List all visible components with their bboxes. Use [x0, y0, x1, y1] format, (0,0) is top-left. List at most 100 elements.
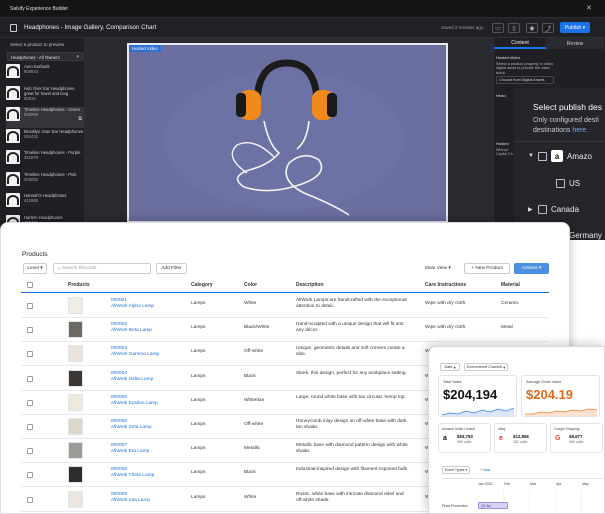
destination-item[interactable]: ▶ Canada [528, 203, 579, 215]
channel-card[interactable]: Google Shopping G $8,677 265 units [550, 423, 603, 453]
product-name[interactable]: AllWork Iota Lamp [111, 498, 150, 504]
share-icon[interactable]: ⤴ [542, 23, 554, 33]
collection-select[interactable]: Headphones - All Owners ▾ [7, 52, 83, 61]
tab-review-label: Review [566, 40, 584, 47]
product-name: Harlem Headphones [24, 214, 63, 220]
row-checkbox[interactable] [27, 448, 33, 455]
product-name[interactable]: AllWork Beta Lamp [111, 328, 152, 334]
channel-card[interactable]: Amazon Seller Central a $53,753 993 units [438, 423, 491, 453]
choose-asset-select[interactable]: Choose from Digital Assets [496, 76, 554, 84]
product-name[interactable]: AllWork Epsilon Lamp [111, 401, 158, 407]
col-category[interactable]: Category [191, 282, 213, 288]
destination-checkbox[interactable] [538, 151, 547, 161]
col-color[interactable]: Color [244, 282, 257, 288]
product-category: Lamps [191, 349, 206, 355]
channel-card[interactable]: eBay e $12,856 182 units [494, 423, 547, 453]
row-checkbox[interactable] [27, 399, 33, 406]
product-material: Metal [501, 325, 513, 331]
product-text: Timeline Headphones - Pink 403002 [24, 172, 76, 182]
channel-filter[interactable]: Ecommerce Channel ▾ [464, 363, 508, 371]
product-name[interactable]: AllWork Delta Lamp [111, 377, 153, 383]
product-color: White [244, 301, 257, 306]
date-filter[interactable]: Date ▾ [440, 363, 460, 371]
col-description[interactable]: Description [296, 282, 324, 288]
product-material: Ceramic [501, 301, 519, 306]
event-types-filter[interactable]: Event Types ▾ [442, 466, 470, 474]
close-icon[interactable]: ✕ [586, 4, 592, 12]
actions-button[interactable]: Actions ▾ [514, 263, 549, 274]
new-product-button[interactable]: + New Product [464, 263, 510, 274]
product-name[interactable]: AllWork Theta Lamp [111, 473, 154, 479]
product-thumbnail [6, 64, 20, 78]
desktop-view-icon[interactable]: ▭ [492, 23, 504, 33]
tab-review[interactable]: Review [546, 38, 604, 49]
product-thumbnail [68, 321, 83, 339]
col-care-instructions[interactable]: Care Instructions [425, 282, 466, 288]
row-checkbox[interactable] [27, 327, 33, 334]
publish-panel-title: Select publish des [533, 102, 602, 112]
product-color: Black [244, 470, 256, 476]
products-title: Products [22, 251, 48, 258]
product-category: Lamps [191, 422, 206, 427]
mobile-view-icon[interactable]: ▯ [508, 23, 520, 33]
destination-item[interactable]: ▼ a Amazo [528, 150, 592, 162]
product-name[interactable]: AllWork Eta Lamp [111, 449, 149, 455]
table-row[interactable]: 000002 AllWork Beta Lamp Lamps Black/White H… [1, 318, 569, 343]
product-list-item[interactable]: Timeline Headphones - Green 908999 ⧉ [6, 107, 84, 128]
product-thumbnail [68, 442, 83, 460]
app-name: Salsify Experience Builder [10, 6, 69, 12]
row-checkbox[interactable] [27, 424, 33, 430]
row-checkbox[interactable] [27, 351, 33, 358]
destination-item[interactable]: US [556, 177, 580, 189]
product-list-item[interactable]: Timeline Headphones - Purple 321879 [6, 150, 84, 171]
product-name[interactable]: AllWork Zeta Lamp [111, 425, 152, 431]
event-types-label: Event Types [444, 468, 465, 472]
preview-eye-icon[interactable]: ◉ [526, 23, 538, 33]
destination-checkbox[interactable] [556, 178, 565, 188]
publish-button[interactable]: Publish ▾ [560, 22, 590, 33]
product-list-item[interactable]: Brooklyn Over Ear Headphones 204432 [6, 128, 84, 150]
tab-content[interactable]: Content [494, 38, 546, 49]
row-checkbox[interactable] [27, 496, 33, 503]
here-link[interactable]: here. [572, 127, 588, 134]
timeline-month: Apr [556, 482, 562, 486]
level-filter-label: Level [27, 266, 39, 271]
product-description: Rustic, white base with intricate diamon… [296, 491, 404, 503]
product-list-item[interactable]: Hannah's Headphones 412888 [6, 193, 84, 214]
level-filter[interactable]: Level ▾ [23, 263, 47, 274]
external-link-icon[interactable]: ⧉ [78, 116, 82, 122]
row-checkbox[interactable] [27, 375, 33, 382]
product-list-item[interactable]: Hub Over Ear Headphones great for travel… [6, 85, 84, 107]
product-category: Lamps [191, 494, 206, 500]
row-checkbox[interactable] [27, 472, 33, 479]
q1-ad-bar[interactable]: Q1 Ad [478, 502, 508, 509]
add-filter-button[interactable]: Add Filter [156, 263, 187, 274]
channel-value: $12,856 [513, 434, 529, 439]
product-name: Brooklyn Over Ear Headphones [24, 128, 84, 134]
product-list-item[interactable]: Aero Earbuds 808843 [6, 64, 84, 85]
caret-down-icon[interactable]: ▼ [528, 153, 534, 159]
product-name[interactable]: AllWork Alpha Lamp [111, 304, 154, 310]
product-thumbnail [6, 193, 20, 207]
hosted-video-block[interactable]: Hosted Video [127, 43, 448, 223]
google-logo: G [555, 435, 561, 442]
select-all-checkbox[interactable] [27, 282, 33, 288]
col-material[interactable]: Material [501, 282, 520, 288]
product-list-item[interactable]: Timeline Headphones - Pink 403002 [6, 171, 84, 193]
caret-right-icon[interactable]: ▶ [528, 206, 534, 213]
new-event-button[interactable]: + New [480, 468, 490, 472]
avg-order-label: Average Order Value [526, 380, 562, 384]
search-input[interactable]: ⌕ Search Records [53, 263, 151, 274]
main-view-label: Main View [425, 266, 448, 271]
row-checkbox[interactable] [27, 303, 33, 309]
actions-label: Actions [521, 266, 538, 271]
product-color: Off-white [244, 349, 264, 355]
product-text: Timeline Headphones - Green 908999 [24, 107, 80, 117]
table-row[interactable]: 000001 AllWork Alpha Lamp Lamps White AllWor… [1, 294, 569, 318]
collection-label: Headphones - All Owners [11, 55, 60, 60]
main-view-select[interactable]: Main View ▾ [425, 266, 451, 271]
col-products[interactable]: Products [68, 282, 90, 288]
product-name[interactable]: AllWork Gamma Lamp [111, 352, 159, 358]
destination-checkbox[interactable] [538, 204, 547, 214]
timeline-month: Feb [504, 482, 511, 486]
